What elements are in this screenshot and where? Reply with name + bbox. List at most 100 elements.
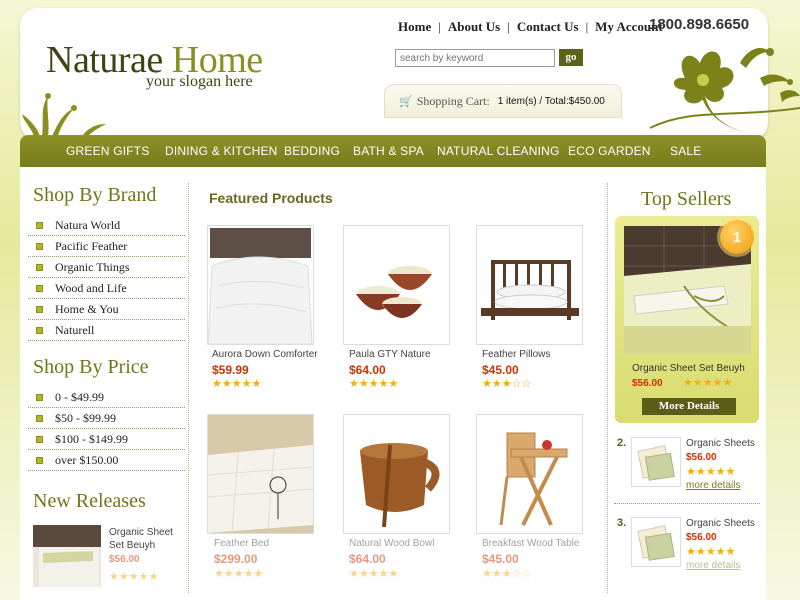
product-price: $64.00 bbox=[349, 363, 386, 377]
featured-heading: Featured Products bbox=[209, 190, 333, 206]
more-details-link[interactable]: more details bbox=[686, 560, 740, 571]
star-rating: ★★★☆☆ bbox=[482, 377, 531, 390]
price-item[interactable]: over $150.00 bbox=[28, 450, 185, 471]
top-seller-name[interactable]: Organic Sheets bbox=[686, 518, 755, 529]
search-go-button[interactable]: go bbox=[559, 49, 583, 66]
product-image-woodtable[interactable] bbox=[476, 414, 583, 534]
star-filled-icon: ★ bbox=[388, 378, 399, 390]
star-filled-icon: ★ bbox=[243, 568, 254, 580]
star-empty-icon: ☆ bbox=[521, 568, 532, 580]
top-link-about[interactable]: About Us bbox=[448, 19, 500, 35]
star-filled-icon: ★ bbox=[138, 571, 149, 583]
shopping-cart[interactable]: 🛒 Shopping Cart: 1 item(s) / Total:$450.… bbox=[384, 84, 622, 118]
product-image-bowls[interactable] bbox=[343, 225, 450, 345]
star-rating: ★★★★★ bbox=[349, 567, 398, 580]
woodbowl-image bbox=[360, 443, 440, 528]
top-links: Home | About Us | Contact Us | My Accoun… bbox=[398, 19, 663, 35]
price-item[interactable]: $100 - $149.99 bbox=[28, 429, 185, 450]
floral-decoration-left bbox=[22, 93, 106, 136]
rank-number: 3. bbox=[617, 517, 627, 529]
top-seller-3-image[interactable] bbox=[631, 517, 681, 567]
nav-eco-garden[interactable]: ECO GARDEN bbox=[568, 144, 651, 158]
floral-decoration-right bbox=[649, 47, 800, 134]
star-filled-icon: ★ bbox=[692, 377, 703, 389]
brand-label: Natura World bbox=[55, 217, 121, 232]
cart-label: Shopping Cart: bbox=[416, 93, 490, 108]
nav-natural-cleaning[interactable]: NATURAL CLEANING bbox=[437, 144, 560, 158]
brand-label: Wood and Life bbox=[55, 280, 127, 295]
product-image-featherbed[interactable] bbox=[207, 414, 314, 534]
divider bbox=[614, 503, 760, 504]
more-details-button[interactable]: More Details bbox=[642, 398, 736, 415]
star-filled-icon: ★ bbox=[349, 378, 359, 390]
product-name[interactable]: Breakfast Wood Table bbox=[482, 538, 579, 549]
brand-item[interactable]: Natura World bbox=[28, 215, 185, 236]
star-filled-icon: ★ bbox=[223, 568, 234, 580]
star-filled-icon: ★ bbox=[378, 568, 389, 580]
brand-item[interactable]: Home & You bbox=[28, 299, 185, 320]
more-details-link[interactable]: more details bbox=[686, 480, 740, 491]
price-heading: Shop By Price bbox=[33, 356, 149, 378]
phone-number: 1800.898.6650 bbox=[649, 16, 750, 33]
nav-bedding[interactable]: BEDDING bbox=[284, 144, 340, 158]
product-image-woodbowl[interactable] bbox=[343, 414, 450, 534]
bullet-icon bbox=[36, 305, 43, 313]
star-rating: ★★★☆☆ bbox=[482, 567, 531, 580]
product-name[interactable]: Feather Pillows bbox=[482, 349, 550, 360]
product-price: $64.00 bbox=[349, 552, 386, 566]
price-item[interactable]: $50 - $99.99 bbox=[28, 408, 185, 429]
search-input[interactable] bbox=[395, 49, 555, 67]
nav-green-gifts[interactable]: GREEN GIFTS bbox=[66, 144, 150, 158]
star-filled-icon: ★ bbox=[253, 568, 264, 580]
top-link-home[interactable]: Home bbox=[398, 19, 431, 35]
star-filled-icon: ★ bbox=[368, 378, 379, 390]
price-label: $100 - $149.99 bbox=[55, 431, 128, 446]
star-filled-icon: ★ bbox=[491, 378, 502, 390]
product-name[interactable]: Aurora Down Comforter bbox=[212, 349, 318, 360]
bowls-image bbox=[356, 266, 432, 318]
star-filled-icon: ★ bbox=[128, 571, 139, 583]
nav-bath-spa[interactable]: BATH & SPA bbox=[353, 144, 424, 158]
new-release-name[interactable]: Organic Sheet Set Beuyh bbox=[109, 526, 181, 552]
star-filled-icon: ★ bbox=[378, 378, 389, 390]
star-filled-icon: ★ bbox=[725, 466, 736, 478]
brand-item[interactable]: Organic Things bbox=[28, 257, 185, 278]
brand-item[interactable]: Naturell bbox=[28, 320, 185, 341]
top-link-contact[interactable]: Contact Us bbox=[517, 19, 579, 35]
star-filled-icon: ★ bbox=[686, 546, 696, 558]
top-seller-2-image[interactable] bbox=[631, 437, 681, 487]
product-name[interactable]: Feather Bed bbox=[214, 538, 269, 549]
brand-item[interactable]: Wood and Life bbox=[28, 278, 185, 299]
star-filled-icon: ★ bbox=[715, 546, 726, 558]
top-seller-name[interactable]: Organic Sheets bbox=[686, 438, 755, 449]
product-price: $59.99 bbox=[212, 363, 249, 377]
product-price: $299.00 bbox=[214, 552, 258, 566]
nav-dining-kitchen[interactable]: DINING & KITCHEN bbox=[165, 144, 278, 158]
star-filled-icon: ★ bbox=[501, 568, 512, 580]
brand-item[interactable]: Pacific Feather bbox=[28, 236, 185, 257]
star-filled-icon: ★ bbox=[231, 378, 242, 390]
top-seller-name[interactable]: Organic Sheet Set Beuyh bbox=[632, 363, 745, 374]
bullet-icon bbox=[36, 393, 43, 401]
nav-sale[interactable]: SALE bbox=[670, 144, 702, 158]
top-seller-price: $56.00 bbox=[686, 452, 717, 463]
star-filled-icon: ★ bbox=[695, 466, 706, 478]
product-name[interactable]: Natural Wood Bowl bbox=[349, 538, 434, 549]
brand-label: Home & You bbox=[55, 301, 119, 316]
bullet-icon bbox=[36, 435, 43, 443]
product-image-comforter[interactable] bbox=[207, 225, 314, 345]
price-item[interactable]: 0 - $49.99 bbox=[28, 387, 185, 408]
product-image-pillows[interactable] bbox=[476, 225, 583, 345]
product-name[interactable]: Paula GTY Nature bbox=[349, 349, 431, 360]
new-release-image[interactable] bbox=[33, 525, 101, 587]
top-seller-price: $56.00 bbox=[632, 378, 663, 389]
star-rating: ★★★★★ bbox=[109, 570, 158, 583]
brand-label: Naturell bbox=[55, 322, 95, 337]
star-filled-icon: ★ bbox=[148, 571, 159, 583]
brand-heading: Shop By Brand bbox=[33, 184, 157, 206]
star-filled-icon: ★ bbox=[109, 571, 119, 583]
star-filled-icon: ★ bbox=[358, 568, 369, 580]
star-rating: ★★★★★ bbox=[686, 465, 735, 478]
column-divider bbox=[607, 183, 608, 593]
rank-badge: 1 bbox=[720, 220, 754, 254]
